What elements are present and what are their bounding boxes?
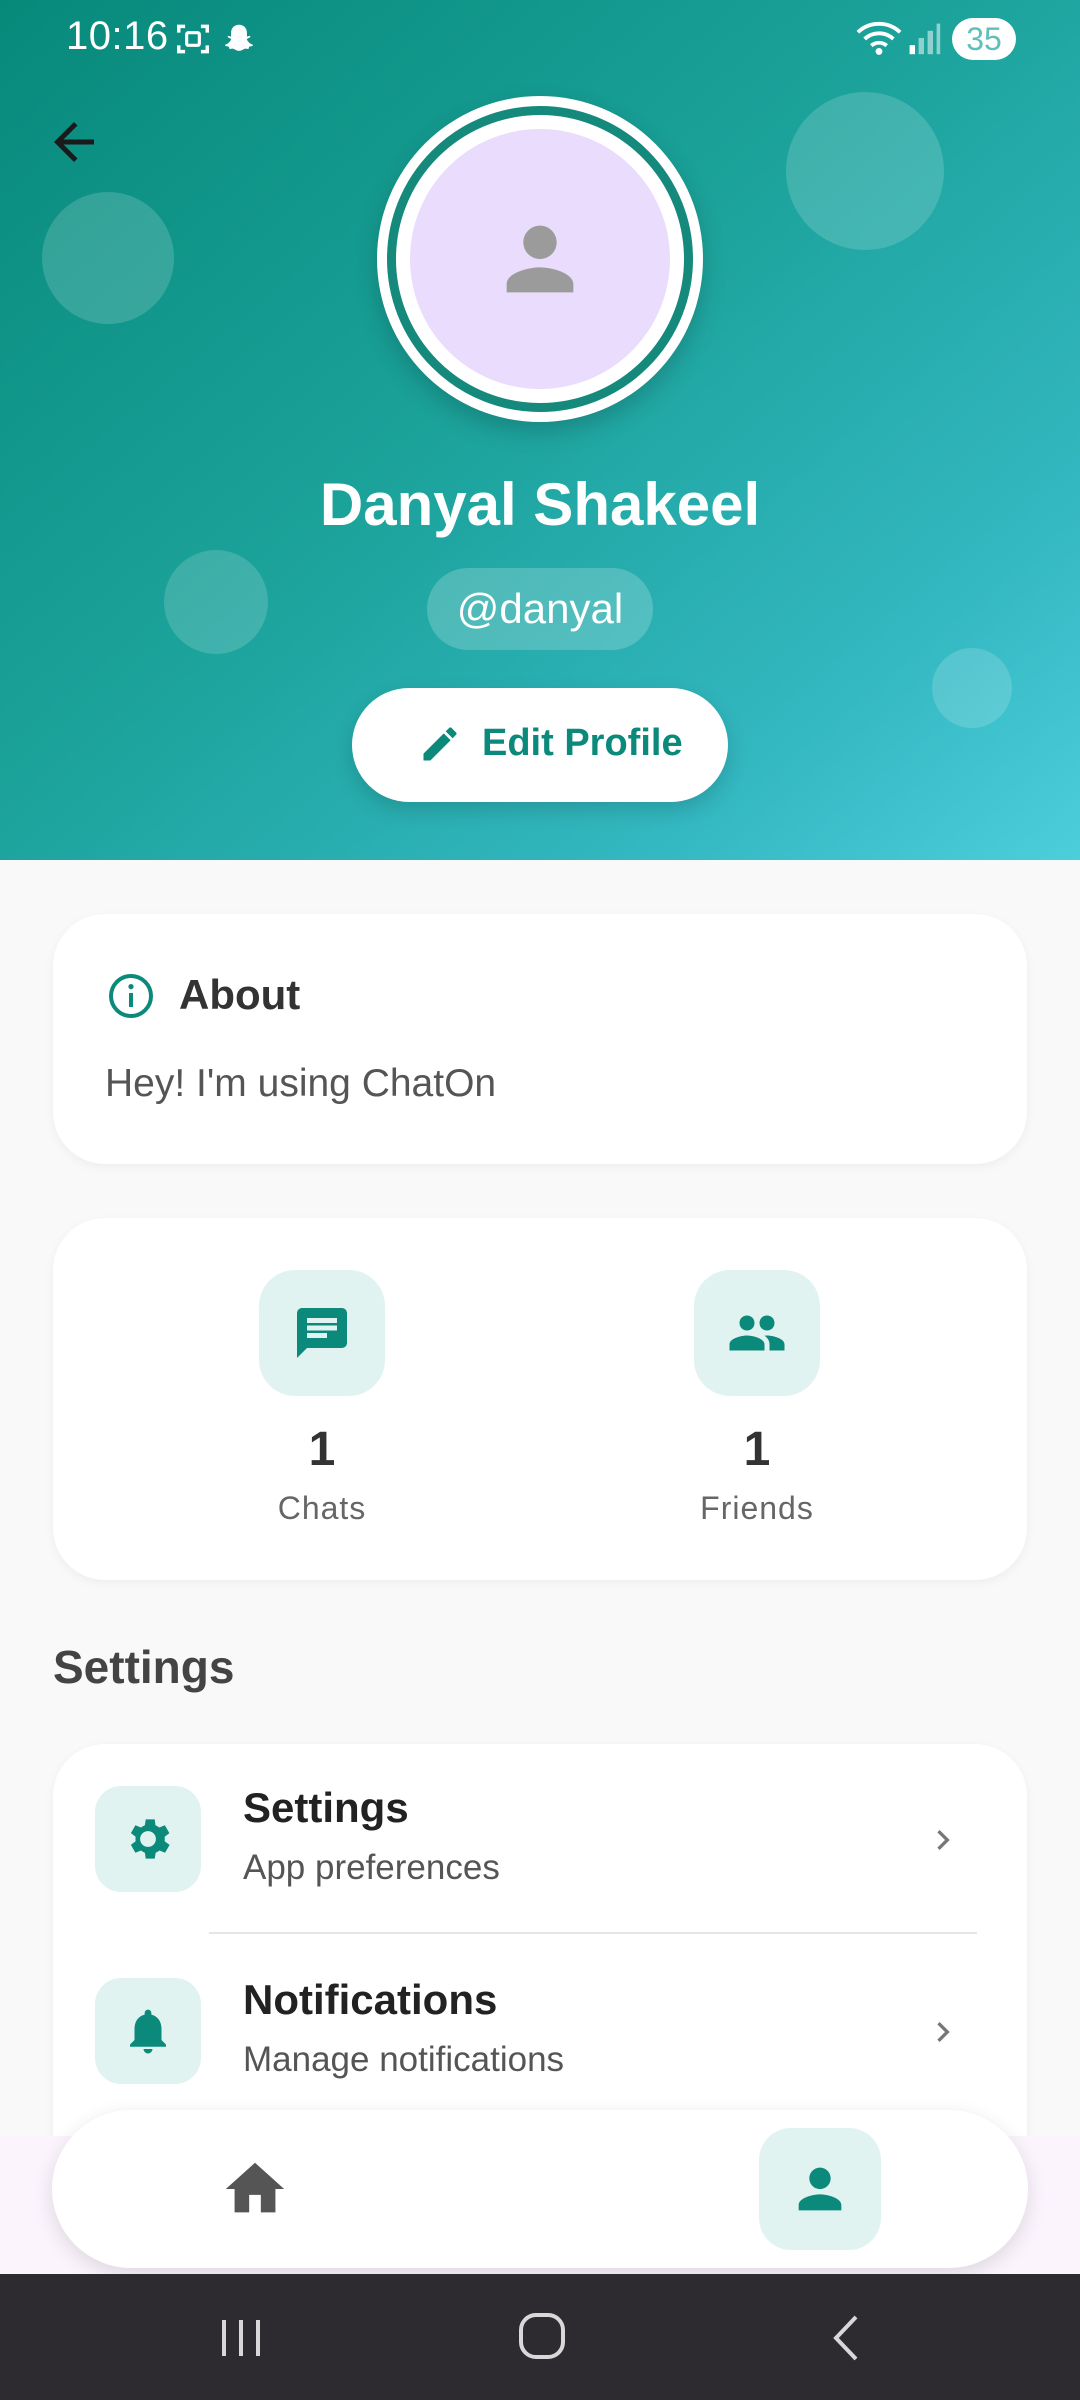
decor-bubble	[164, 550, 268, 654]
snapchat-icon	[220, 20, 258, 63]
gear-icon	[130, 1819, 170, 1859]
profile-name: Danyal Shakeel	[319, 471, 761, 538]
system-nav-bar	[0, 2274, 1080, 2400]
back-nav-icon[interactable]	[826, 2312, 866, 2364]
screenshot-icon	[174, 20, 212, 63]
settings-row-title: Settings	[243, 1784, 409, 1831]
notifications-row[interactable]: Notifications Manage notifications	[53, 1936, 1027, 2126]
person-icon	[506, 225, 574, 293]
battery-indicator: 35	[952, 18, 1016, 60]
stat-value: 1	[308, 1423, 336, 1476]
status-bar: 10:16 35	[0, 0, 1080, 80]
wifi-icon	[856, 18, 902, 63]
avatar[interactable]	[377, 96, 703, 422]
nav-home-button[interactable]	[220, 2154, 290, 2224]
settings-section-title: Settings	[53, 1641, 235, 1693]
settings-row-subtitle: App preferences	[243, 1848, 500, 1887]
stats-card: 1 Chats 1 Friends	[53, 1218, 1027, 1580]
bottom-nav	[52, 2110, 1028, 2268]
back-button[interactable]	[44, 112, 104, 172]
about-title: About	[179, 971, 301, 1018]
status-time: 10:16	[66, 14, 169, 58]
chat-icon	[297, 1308, 347, 1358]
recent-apps-icon[interactable]	[216, 2314, 266, 2362]
chevron-right-icon	[923, 1818, 963, 1867]
decor-bubble	[42, 192, 174, 324]
nav-profile-button[interactable]	[759, 2128, 881, 2250]
profile-handle: @danyal	[427, 568, 653, 650]
people-icon	[729, 1315, 785, 1351]
info-icon	[107, 972, 155, 1025]
stat-label: Friends	[700, 1490, 814, 1526]
arrow-back-icon	[54, 122, 94, 162]
edit-profile-button[interactable]: Edit Profile	[352, 688, 728, 802]
edit-profile-label: Edit Profile	[482, 722, 683, 764]
notifications-row-title: Notifications	[243, 1976, 498, 2023]
home-nav-icon[interactable]	[516, 2310, 568, 2362]
stat-label: Chats	[277, 1490, 367, 1526]
about-text: Hey! I'm using ChatOn	[105, 1062, 497, 1105]
about-card: About Hey! I'm using ChatOn	[53, 914, 1027, 1164]
chevron-right-icon	[923, 2010, 963, 2059]
bell-icon	[130, 2009, 166, 2054]
divider	[209, 1932, 977, 1934]
profile-header: 10:16 35 Danyal Shakeel @danyal Edit Pro…	[0, 0, 1080, 860]
settings-row[interactable]: Settings App preferences	[53, 1744, 1027, 1934]
profile-icon	[798, 2167, 842, 2211]
notifications-row-subtitle: Manage notifications	[243, 2040, 565, 2079]
home-icon	[225, 2162, 285, 2213]
profile-screen: 10:16 35 Danyal Shakeel @danyal Edit Pro…	[0, 0, 1080, 2400]
decor-bubble	[932, 648, 1012, 728]
stat-value: 1	[743, 1423, 771, 1476]
decor-bubble	[786, 92, 944, 250]
signal-icon	[906, 20, 942, 61]
pencil-icon	[418, 722, 462, 776]
